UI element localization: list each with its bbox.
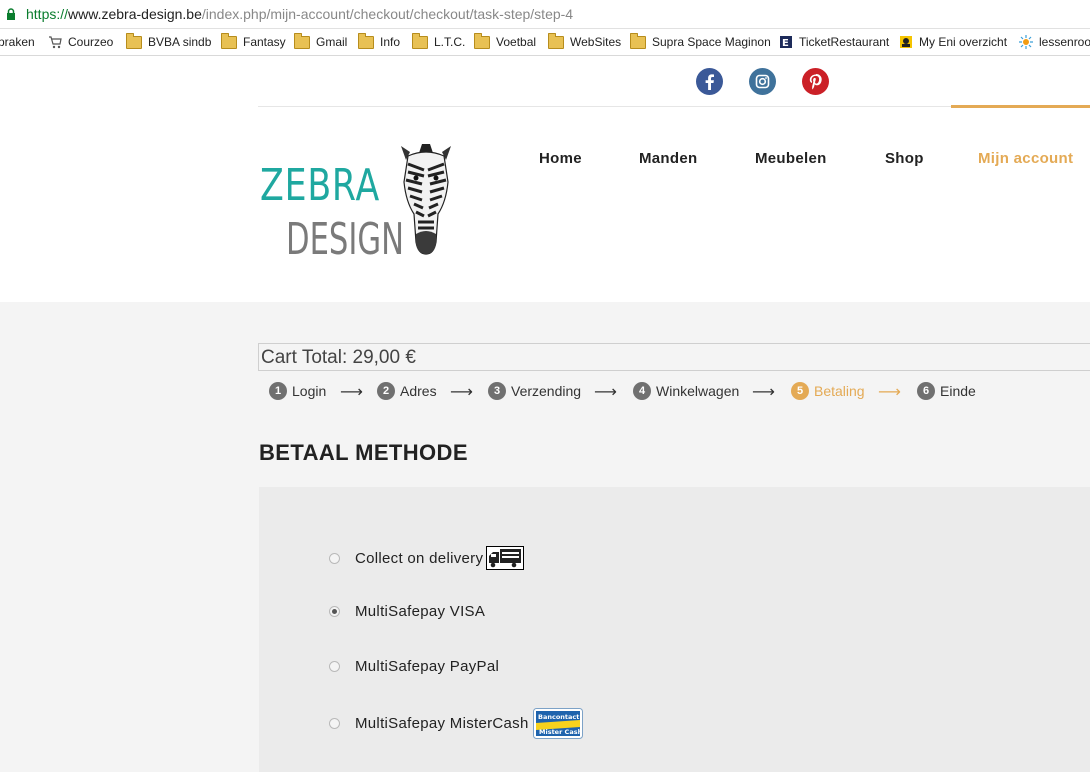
sun-icon bbox=[1019, 35, 1033, 49]
address-bar[interactable]: https://www.zebra-design.be/index.php/mi… bbox=[0, 0, 1090, 29]
arrow-right-icon: ⟶ bbox=[752, 384, 775, 401]
folder-icon bbox=[412, 32, 428, 49]
step-number: 3 bbox=[488, 382, 506, 400]
pinterest-link[interactable] bbox=[802, 68, 829, 95]
radio-mistercash[interactable] bbox=[329, 718, 340, 729]
logo-text-design: DESIGN bbox=[286, 214, 404, 260]
svg-text:Bancontact: Bancontact bbox=[538, 713, 579, 721]
payment-option-paypal[interactable]: MultiSafepay PayPal bbox=[329, 658, 499, 675]
step-adres[interactable]: 2 Adres bbox=[377, 382, 437, 400]
bookmark-item[interactable]: Gmail bbox=[294, 29, 347, 55]
bookmark-item[interactable]: Supra Space Maginon bbox=[630, 29, 771, 55]
nav-manden[interactable]: Manden bbox=[639, 150, 697, 167]
step-number: 2 bbox=[377, 382, 395, 400]
bookmark-item[interactable]: Courzeo bbox=[48, 29, 113, 55]
bookmarks-bar: praken Courzeo BVBA sindb Fantasy Gmail … bbox=[0, 29, 1090, 56]
step-number: 5 bbox=[791, 382, 809, 400]
svg-text:E: E bbox=[782, 38, 789, 49]
url-text: https://www.zebra-design.be/index.php/mi… bbox=[26, 6, 574, 22]
delivery-truck-icon bbox=[486, 546, 525, 570]
option-label: Collect on delivery bbox=[355, 549, 484, 567]
folder-icon bbox=[221, 32, 237, 49]
step-label: Einde bbox=[940, 383, 976, 399]
active-nav-indicator bbox=[951, 105, 1090, 108]
step-label: Adres bbox=[400, 383, 437, 399]
option-label: MultiSafepay PayPal bbox=[355, 658, 500, 675]
folder-icon bbox=[630, 32, 646, 49]
payment-option-visa[interactable]: MultiSafepay VISA bbox=[329, 603, 485, 620]
site-header: ZEBRA DESIGN Home Manden Meubelen Shop M… bbox=[0, 56, 1090, 302]
bookmark-item[interactable]: lessenroo bbox=[1019, 29, 1090, 55]
arrow-right-icon: ⟶ bbox=[450, 384, 473, 401]
eni-icon bbox=[900, 36, 912, 48]
step-login[interactable]: 1 Login bbox=[269, 382, 326, 400]
folder-icon bbox=[358, 32, 374, 49]
radio-visa[interactable] bbox=[329, 606, 340, 617]
bookmark-item[interactable]: praken bbox=[0, 29, 35, 55]
payment-method-title: BETAAL METHODE bbox=[259, 440, 468, 465]
bancontact-icon: Bancontact Mister Cash bbox=[532, 708, 583, 739]
bookmark-item[interactable]: Voetbal bbox=[474, 29, 536, 55]
radio-paypal[interactable] bbox=[329, 661, 340, 672]
step-number: 6 bbox=[917, 382, 935, 400]
lock-icon bbox=[7, 8, 15, 20]
arrow-right-icon: ⟶ bbox=[594, 384, 617, 401]
ticket-icon: E bbox=[780, 36, 792, 49]
option-label: MultiSafepay MisterCash bbox=[355, 715, 529, 732]
step-einde[interactable]: 6 Einde bbox=[917, 382, 976, 400]
payment-option-cod[interactable]: Collect on delivery bbox=[329, 546, 525, 570]
bookmark-item[interactable]: My Eni overzicht bbox=[899, 29, 1007, 55]
nav-shop[interactable]: Shop bbox=[885, 150, 924, 167]
cart-icon bbox=[49, 36, 62, 49]
radio-cod[interactable] bbox=[329, 552, 340, 564]
step-betaling[interactable]: 5 Betaling bbox=[791, 382, 865, 400]
bookmark-item[interactable]: Fantasy bbox=[221, 29, 286, 55]
svg-text:Mister Cash: Mister Cash bbox=[539, 728, 583, 736]
cart-total: Cart Total: 29,00 € bbox=[258, 343, 1090, 371]
step-label: Login bbox=[292, 383, 327, 399]
payment-option-mistercash[interactable]: MultiSafepay MisterCash Bancontact Miste… bbox=[329, 708, 583, 739]
bookmark-item[interactable]: L.T.C. bbox=[412, 29, 465, 55]
nav-mijn-account[interactable]: Mijn account bbox=[978, 150, 1073, 167]
facebook-link[interactable] bbox=[696, 68, 723, 95]
bookmark-item[interactable]: E TicketRestaurant bbox=[779, 29, 889, 55]
folder-icon bbox=[294, 32, 310, 49]
option-label: MultiSafepay VISA bbox=[355, 603, 486, 620]
step-label: Verzending bbox=[511, 383, 582, 399]
bookmark-item[interactable]: BVBA sindb bbox=[126, 29, 211, 55]
step-verzending[interactable]: 3 Verzending bbox=[488, 382, 581, 400]
nav-home[interactable]: Home bbox=[539, 150, 582, 167]
site-logo[interactable]: ZEBRA DESIGN bbox=[258, 142, 458, 265]
arrow-right-icon: ⟶ bbox=[340, 384, 363, 401]
nav-meubelen[interactable]: Meubelen bbox=[755, 150, 827, 167]
step-number: 4 bbox=[633, 382, 651, 400]
bookmark-item[interactable]: Info bbox=[358, 29, 400, 55]
instagram-icon bbox=[749, 68, 776, 95]
step-label: Winkelwagen bbox=[656, 383, 740, 399]
step-number: 1 bbox=[269, 382, 287, 400]
step-winkelwagen[interactable]: 4 Winkelwagen bbox=[633, 382, 739, 400]
folder-icon bbox=[548, 32, 564, 49]
arrow-right-icon: ⟶ bbox=[878, 384, 901, 401]
step-label: Betaling bbox=[814, 383, 865, 399]
facebook-icon bbox=[696, 68, 723, 95]
folder-icon bbox=[126, 32, 142, 49]
pinterest-icon bbox=[802, 68, 829, 95]
logo-text-zebra: ZEBRA bbox=[260, 160, 380, 211]
instagram-link[interactable] bbox=[749, 68, 776, 95]
zebra-head-icon bbox=[401, 144, 451, 255]
folder-icon bbox=[474, 32, 490, 49]
bookmark-item[interactable]: WebSites bbox=[548, 29, 621, 55]
